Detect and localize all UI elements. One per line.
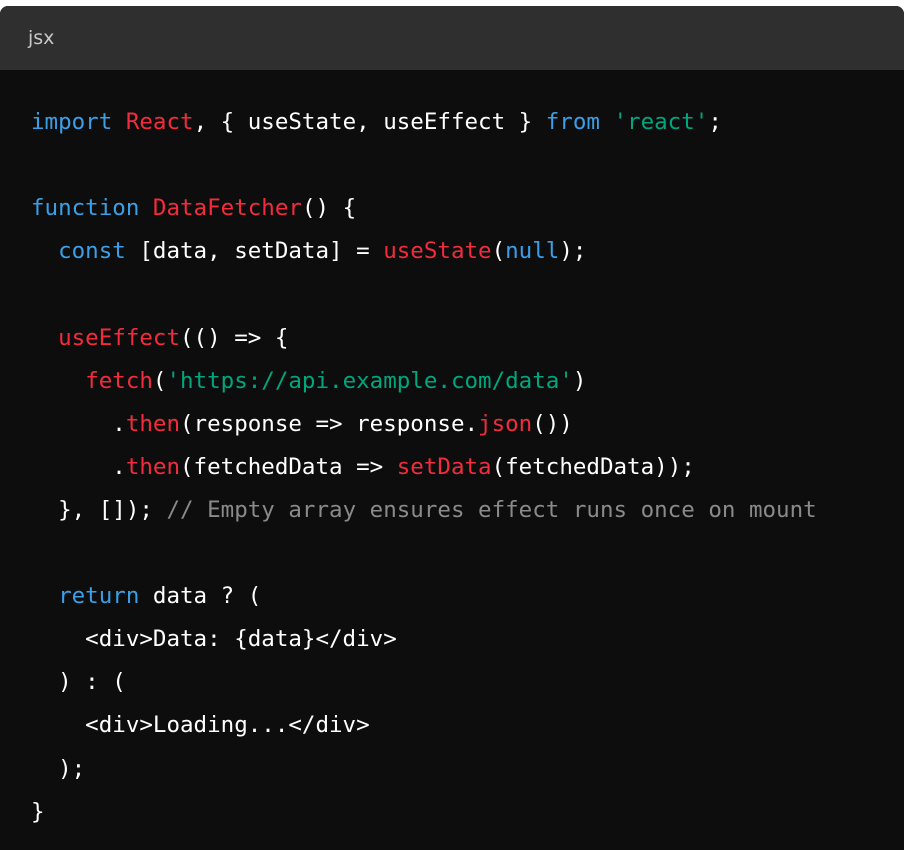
code-token-plain: ); (559, 238, 587, 265)
code-token-plain: }, []); (31, 496, 167, 523)
code-token-plain: ( (152, 367, 167, 394)
code-token-keyword: import (31, 109, 113, 135)
code-token-plain: ( (491, 238, 506, 265)
code-token-keyword: const (58, 238, 126, 265)
code-token-name: useState (383, 238, 492, 265)
code-token-string: 'react' (613, 109, 709, 135)
code-line: const [data, setData] = useState(null); (31, 230, 586, 273)
code-line: <div>Data: {data}</div> (31, 618, 397, 661)
code-token-name: then (125, 453, 181, 480)
code-token-name: setData (396, 453, 492, 480)
code-token-keyword: return (58, 583, 140, 610)
code-token-plain: ) : ( (31, 669, 126, 696)
code-token-name: fetch (85, 367, 153, 394)
code-token-keyword: null (505, 238, 560, 265)
code-token-plain: (fetchedData => (180, 453, 397, 480)
language-label: jsx (28, 27, 55, 49)
code-token-plain: [data, setData] = (125, 238, 384, 265)
code-token-keyword: from (545, 109, 600, 135)
code-line: useEffect(() => { (31, 317, 288, 360)
code-token-name: json (478, 410, 533, 437)
code-token-plain: . (31, 453, 126, 480)
code-token-plain: ) (572, 367, 587, 394)
code-line: <div>Loading...</div> (31, 704, 370, 747)
code-block: jsx import React, { useState, useEffect … (0, 6, 904, 850)
code-token-keyword: function (31, 195, 140, 222)
code-token-name: then (125, 410, 181, 437)
code-token-plain: ; (708, 109, 722, 135)
code-token-plain: . (31, 410, 126, 437)
code-line: return data ? ( (31, 575, 261, 618)
code-token-plain: } (31, 798, 45, 825)
code-line: .then(response => response.json()) (31, 403, 573, 446)
code-token-plain: data ? ( (139, 583, 262, 610)
code-token-plain: <div>Loading...</div> (31, 712, 370, 739)
code-token-plain: (() => { (180, 324, 289, 351)
code-token-plain: (fetchedData)); (491, 453, 695, 480)
code-token-string: 'https://api.example.com/data' (166, 367, 573, 394)
code-token-plain: () { (301, 195, 357, 222)
code-line: }, []); // Empty array ensures effect ru… (31, 489, 817, 532)
code-line: ) : ( (31, 661, 126, 704)
code-token-plain: <div>Data: {data}</div> (31, 626, 397, 653)
code-token-comment: // Empty array ensures effect runs once … (166, 496, 817, 523)
code-token-plain: , { useState, useEffect } (193, 109, 546, 135)
code-line: ); (31, 748, 85, 791)
code-token-name: useEffect (58, 324, 181, 351)
code-line: function DataFetcher() { (31, 187, 356, 230)
code-block-header: jsx (0, 6, 904, 70)
code-token-plain: ); (31, 755, 86, 782)
code-line: .then(fetchedData => setData(fetchedData… (31, 446, 695, 489)
code-token-name: React (125, 109, 194, 135)
code-line: } (31, 791, 45, 834)
code-line: import React, { useState, useEffect } fr… (31, 101, 722, 144)
code-line: fetch('https://api.example.com/data') (31, 360, 586, 403)
code-token-plain: (response => response. (180, 410, 479, 437)
code-token-plain: ()) (532, 410, 573, 437)
code-token-name: DataFetcher (152, 195, 302, 222)
